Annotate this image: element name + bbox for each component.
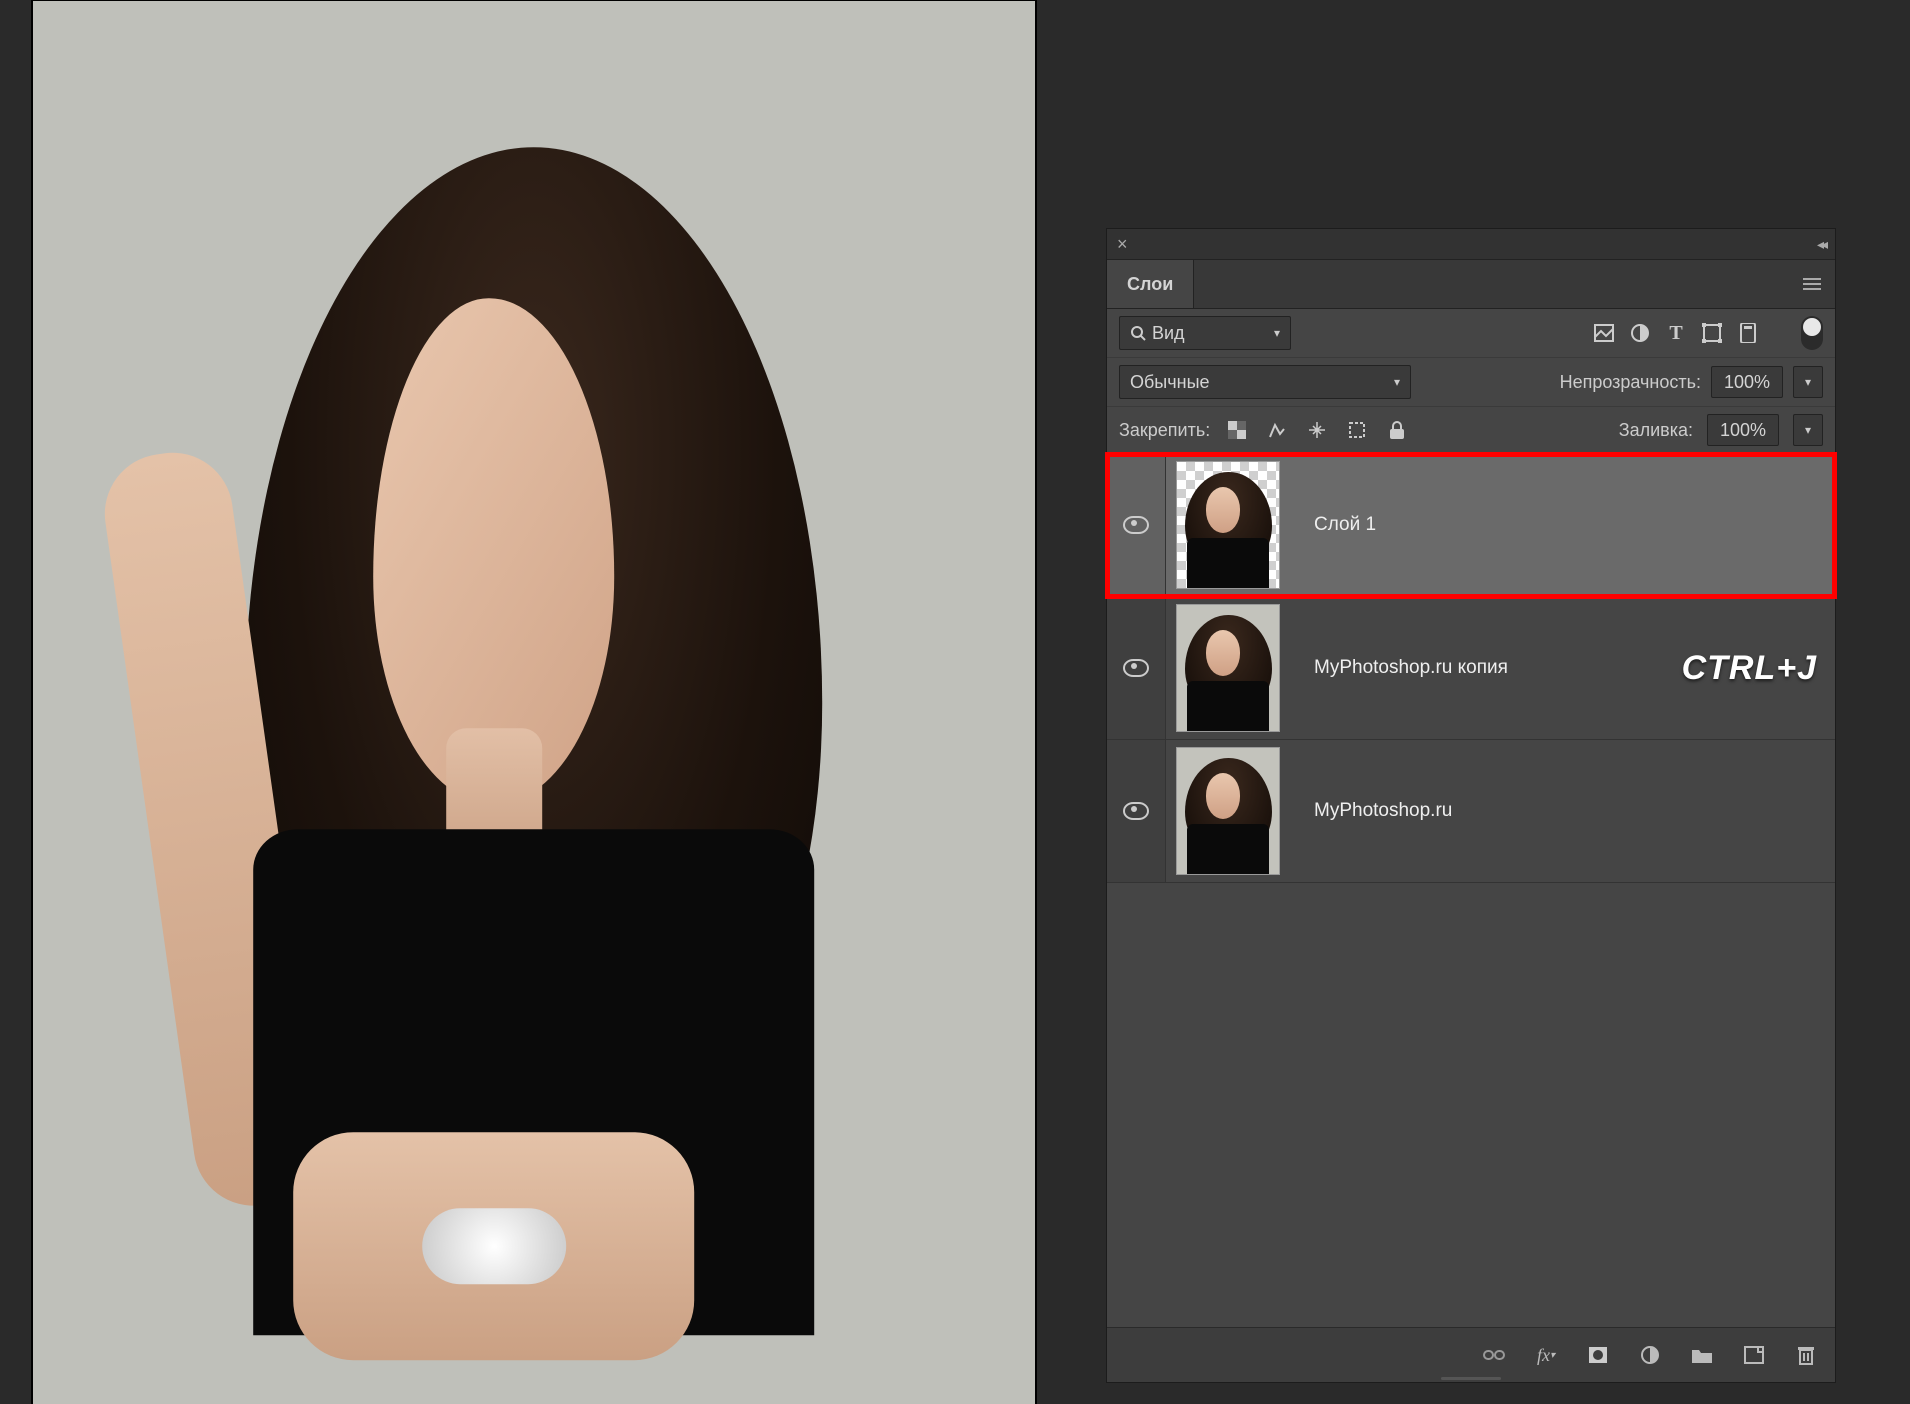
panel-menu-button[interactable] [1803, 260, 1835, 308]
portrait-photo [133, 71, 935, 1335]
new-layer-icon[interactable] [1741, 1342, 1767, 1368]
smart-filter-icon[interactable] [1735, 320, 1761, 346]
collapse-icon[interactable]: ◂◂ [1817, 236, 1825, 253]
tab-layers-label: Слои [1127, 274, 1173, 295]
blend-mode-select[interactable]: Обычные ▾ [1119, 365, 1411, 399]
chevron-down-icon: ▾ [1805, 423, 1811, 437]
adjustment-filter-icon[interactable] [1627, 320, 1653, 346]
fill-input[interactable]: 100% [1707, 414, 1779, 446]
lock-label: Закрепить: [1119, 420, 1210, 441]
visibility-toggle[interactable] [1107, 597, 1166, 739]
type-filter-icon[interactable]: T [1663, 320, 1689, 346]
visibility-toggle[interactable] [1107, 740, 1166, 882]
layer-name[interactable]: MyPhotoshop.ru [1314, 800, 1452, 822]
layer-name[interactable]: MyPhotoshop.ru копия [1314, 657, 1508, 679]
layer-row[interactable]: MyPhotoshop.ru [1107, 740, 1835, 883]
image-filter-icon[interactable] [1591, 320, 1617, 346]
eye-icon [1123, 802, 1149, 820]
opacity-input[interactable]: 100% [1711, 366, 1783, 398]
document-canvas[interactable] [32, 0, 1036, 1404]
close-icon[interactable]: × [1117, 234, 1128, 255]
chevron-down-icon: ▾ [1274, 326, 1280, 340]
fx-icon[interactable]: fx▾ [1533, 1342, 1559, 1368]
tab-layers[interactable]: Слои [1107, 260, 1194, 308]
layer-filter-label: Вид [1152, 323, 1185, 344]
fill-label: Заливка: [1619, 420, 1693, 441]
opacity-label: Непрозрачность: [1560, 372, 1701, 393]
lock-all-icon[interactable] [1384, 417, 1410, 443]
opacity-dropdown[interactable]: ▾ [1793, 366, 1823, 398]
search-icon [1130, 325, 1146, 341]
layer-row[interactable]: MyPhotoshop.ru копия CTRL+J [1107, 597, 1835, 740]
layer-row[interactable]: Слой 1 [1107, 454, 1835, 597]
link-layers-icon[interactable] [1481, 1342, 1507, 1368]
layer-thumbnail[interactable] [1176, 746, 1296, 876]
mask-icon[interactable] [1585, 1342, 1611, 1368]
shortcut-hint: CTRL+J [1682, 649, 1817, 688]
layers-list: Слой 1 MyPhotoshop.ru копия CTRL+J MyPho… [1107, 454, 1835, 883]
chevron-down-icon: ▾ [1394, 375, 1400, 389]
layer-thumbnail[interactable] [1176, 460, 1296, 590]
resize-grip[interactable] [1431, 1374, 1511, 1382]
group-icon[interactable] [1689, 1342, 1715, 1368]
lock-artboard-icon[interactable] [1344, 417, 1370, 443]
layer-name[interactable]: Слой 1 [1314, 514, 1376, 536]
shape-filter-icon[interactable] [1699, 320, 1725, 346]
eye-icon [1123, 516, 1149, 534]
hamburger-icon [1803, 278, 1821, 290]
eye-icon [1123, 659, 1149, 677]
layer-thumbnail[interactable] [1176, 603, 1296, 733]
chevron-down-icon: ▾ [1805, 375, 1811, 389]
trash-icon[interactable] [1793, 1342, 1819, 1368]
layer-filter-select[interactable]: Вид ▾ [1119, 316, 1291, 350]
lock-position-icon[interactable] [1304, 417, 1330, 443]
visibility-toggle[interactable] [1107, 454, 1166, 596]
lock-image-icon[interactable] [1264, 417, 1290, 443]
blend-mode-value: Обычные [1130, 372, 1210, 393]
layers-panel: × ◂◂ Слои Вид ▾ T [1106, 228, 1836, 1383]
adjustment-layer-icon[interactable] [1637, 1342, 1663, 1368]
lock-transparent-icon[interactable] [1224, 417, 1250, 443]
fill-dropdown[interactable]: ▾ [1793, 414, 1823, 446]
filter-toggle[interactable] [1801, 316, 1823, 350]
